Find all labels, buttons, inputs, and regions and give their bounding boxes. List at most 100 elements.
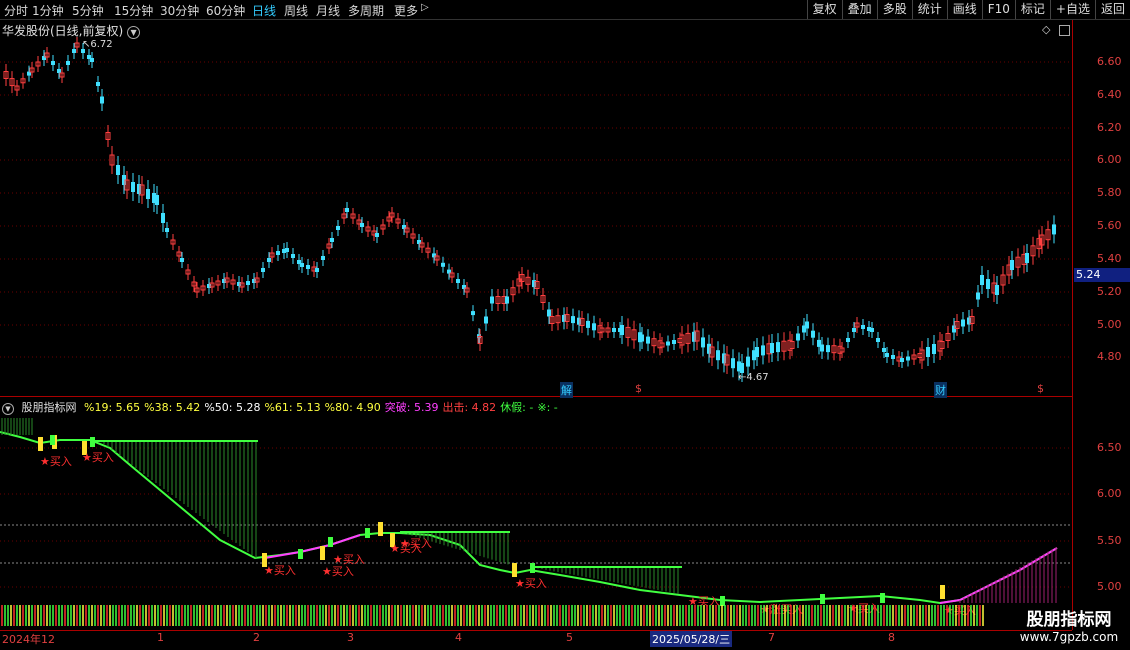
indicator-param: 休假: -: [500, 401, 534, 414]
signal-bar: [820, 594, 825, 604]
price-tick: 6.60: [1097, 55, 1122, 68]
candle: [796, 333, 800, 341]
signal-bar: [720, 596, 725, 606]
candle: [131, 182, 135, 192]
candle: [620, 325, 624, 335]
candle: [820, 344, 824, 352]
candle: [490, 296, 494, 304]
indicator-params: %19: 5.65 %38: 5.42 %50: 5.28 %61: 5.13 %80:…: [84, 401, 562, 414]
candle: [900, 358, 904, 362]
candle: [146, 189, 150, 199]
candle: [592, 323, 596, 331]
signal-bar: [50, 435, 55, 445]
date-label: 1: [157, 631, 164, 644]
candle: [261, 268, 265, 272]
candle: [870, 328, 874, 332]
candle: [646, 336, 650, 344]
buy-signal: ★买入: [82, 451, 114, 464]
price-tick: 5.20: [1097, 285, 1122, 298]
candle: [155, 195, 159, 205]
high-price-label: ↖6.72: [82, 39, 113, 50]
candle: [180, 258, 184, 262]
candle: [336, 226, 340, 230]
dividend-badge-2[interactable]: $: [1036, 382, 1045, 395]
candle: [612, 328, 616, 332]
candle: [586, 320, 590, 328]
price-tick: 5.00: [1097, 318, 1122, 331]
candle: [861, 325, 865, 329]
date-label: 2024年12: [2, 633, 55, 646]
indicator-param: %19: 5.65: [84, 401, 141, 414]
candle: [731, 358, 735, 369]
signal-bar: [298, 549, 303, 559]
candle: [805, 321, 809, 329]
candle: [852, 328, 856, 332]
chevron-down-icon[interactable]: ▼: [2, 403, 14, 415]
indicator-tick: 5.50: [1097, 534, 1122, 547]
watermark: 股朋指标网 www.7gpzb.com: [1010, 605, 1128, 644]
indicator-tick: 6.50: [1097, 441, 1122, 454]
buy-signal: ★买入: [333, 553, 365, 566]
candle: [891, 355, 895, 359]
finance-badge[interactable]: 财: [934, 382, 947, 398]
signal-bar: [365, 528, 370, 538]
indicator-param: %38: 5.42: [144, 401, 201, 414]
candle: [1010, 260, 1014, 270]
candle: [285, 248, 289, 252]
high-price-value: 6.72: [90, 39, 113, 50]
price-tick: 5.80: [1097, 186, 1122, 199]
indicator-title: ▼ 股朋指标网 %19: 5.65 %38: 5.42 %50: 5.28 %61: …: [2, 399, 566, 415]
indicator-param: 突破: 5.39: [384, 401, 439, 414]
candle: [345, 208, 349, 212]
candle: [770, 343, 774, 353]
candle: [961, 319, 965, 327]
signal-bar: [320, 546, 325, 560]
candle: [321, 256, 325, 260]
panel-divider: [0, 396, 1072, 397]
indicator-param: %80: 4.90: [324, 401, 381, 414]
buy-signal: ★买入: [40, 455, 72, 468]
candle: [100, 96, 104, 104]
date-label: 4: [455, 631, 462, 644]
candle: [471, 311, 475, 316]
candle: [885, 353, 889, 357]
price-tick: 6.40: [1097, 88, 1122, 101]
candle: [811, 330, 815, 338]
unlock-badge[interactable]: 解: [560, 382, 573, 398]
dividend-badge[interactable]: $: [634, 382, 643, 395]
candle: [976, 292, 980, 300]
candle: [701, 337, 705, 348]
candle: [484, 316, 488, 324]
candle: [755, 347, 759, 357]
candle: [360, 223, 364, 227]
candle: [672, 340, 676, 344]
indicator-param: 出击: 4.82: [442, 401, 497, 414]
candle: [161, 213, 165, 223]
candle: [72, 49, 76, 53]
signal-bar: [38, 437, 43, 451]
candle: [547, 309, 551, 317]
buy-signal: ★买入: [515, 577, 547, 590]
price-tick: 5.60: [1097, 219, 1122, 232]
candle: [165, 228, 169, 232]
indicator-param: %61: 5.13: [264, 401, 321, 414]
price-chart[interactable]: ★买入★买入★买入★买入★买入★买入★买入★买入★买入★买入★买入★涨买入: [0, 0, 1130, 650]
signal-bar: [530, 563, 535, 573]
candle: [90, 58, 94, 62]
buy-signal: ★买入: [322, 565, 354, 578]
candle: [375, 233, 379, 237]
candle: [456, 279, 460, 283]
indicator-param: %50: 5.28: [204, 401, 261, 414]
candle: [276, 251, 280, 255]
low-price-value: 4.67: [746, 372, 769, 383]
signal-bar: [90, 437, 95, 447]
candle: [932, 344, 936, 354]
date-label: 5: [566, 631, 573, 644]
candle: [746, 356, 750, 367]
indicator-name: 股朋指标网: [21, 401, 77, 414]
candle: [57, 69, 61, 73]
candle: [906, 356, 910, 361]
candle: [882, 348, 886, 352]
date-label: 3: [347, 631, 354, 644]
date-label: 7: [768, 631, 775, 644]
